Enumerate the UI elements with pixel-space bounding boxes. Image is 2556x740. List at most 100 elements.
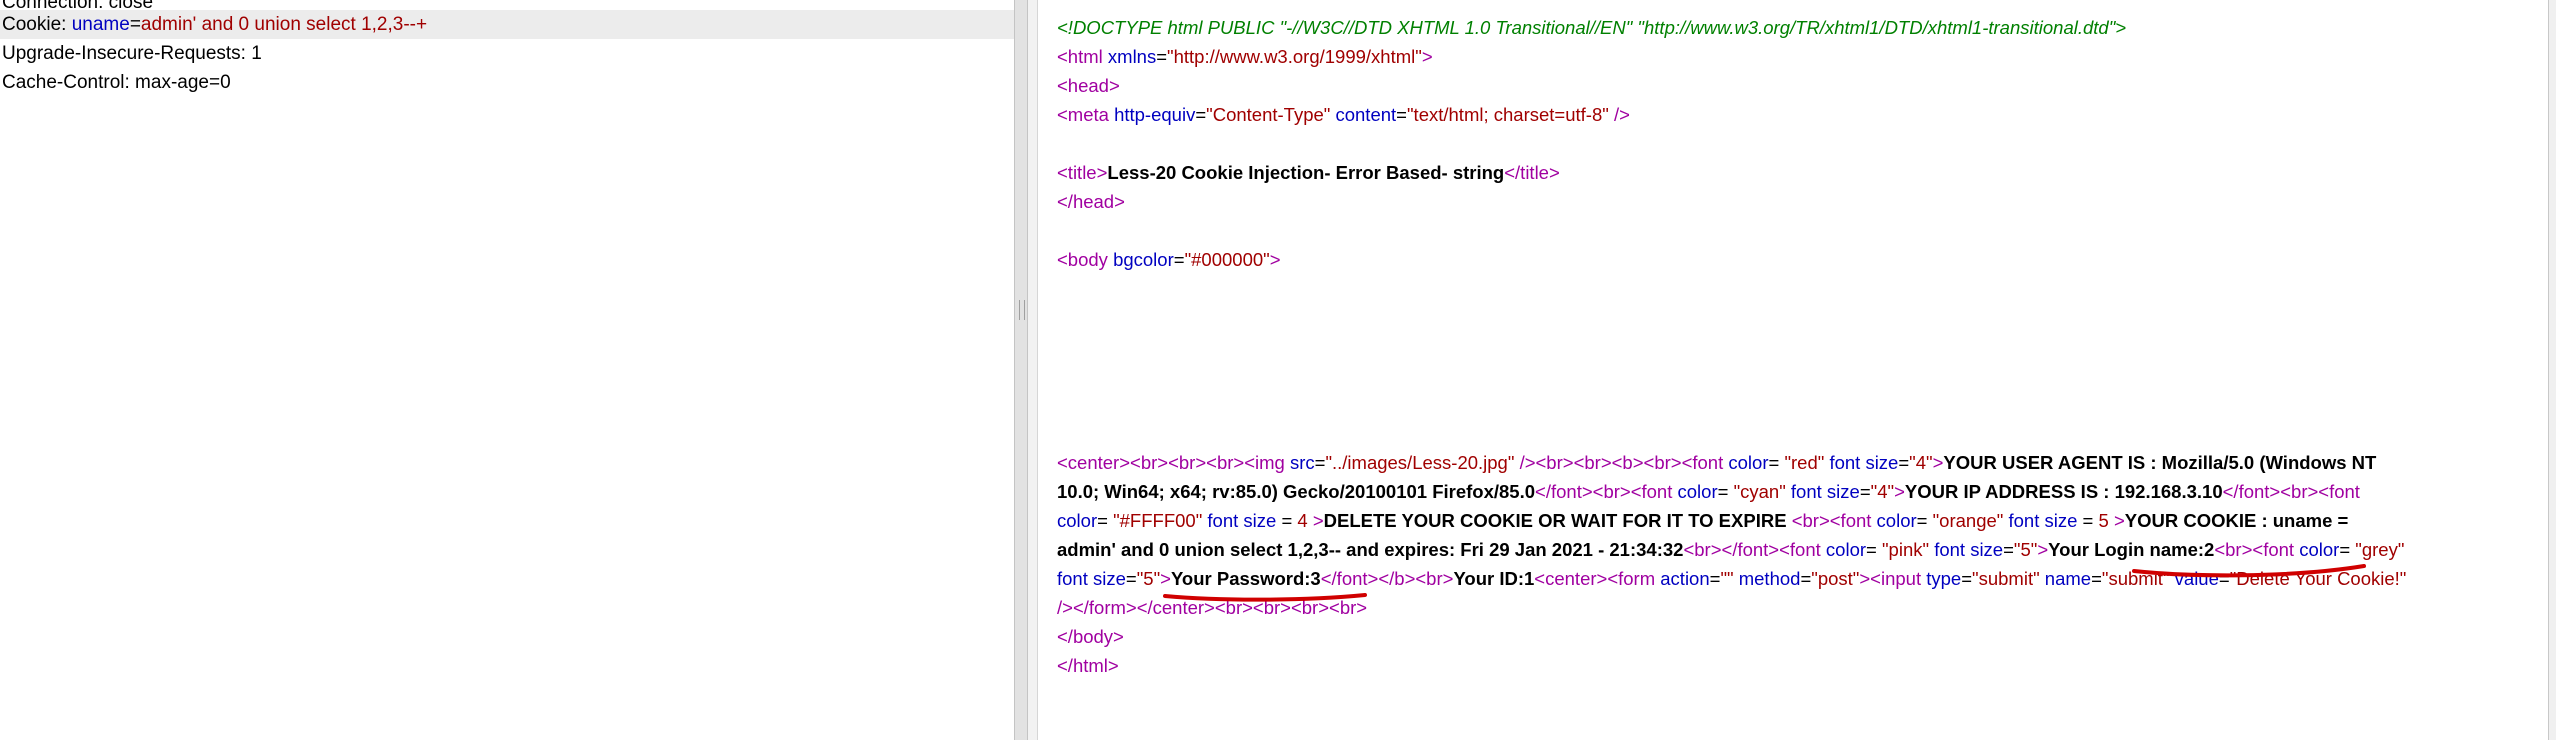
code-text-token: = [1800,568,1812,589]
code-attr-token: color [1057,510,1098,531]
code-bold-token: DELETE YOUR COOKIE OR WAIT FOR IT TO EXP… [1323,510,1792,531]
code-text-token: = [1961,568,1973,589]
code-tag-token: <br></font><font [1683,539,1821,560]
response-line: </head> [1057,187,2527,216]
code-attr-token: color [1677,481,1718,502]
code-text-token: = [1866,539,1882,560]
code-val-token: "cyan" [1733,481,1786,502]
code-text-token: = [1314,452,1326,473]
code-val-token: "5" [2013,539,2038,560]
response-line: <head> [1057,71,2527,100]
code-text-token: = [1173,249,1185,270]
code-text-token: = [1276,510,1298,531]
code-tag-token: ><input [1859,568,1922,589]
response-line: </html> [1057,651,2527,680]
code-bold-token: Your Password:3 [1170,568,1321,589]
code-val-token: "Delete Your Cookie!" [2229,568,2407,589]
cookie-value: admin' and 0 union select 1,2,3--+ [140,14,428,35]
code-tag-token: </font><br><font [2222,481,2360,502]
code-attr-token: font size [1057,568,1126,589]
code-tag-token: </head> [1057,191,1125,212]
code-text-token: = [1195,104,1207,125]
code-tag-token: /> [1613,104,1630,125]
code-tag-token: </font></b><br> [1320,568,1454,589]
code-text-token: = [2077,510,2099,531]
code-val-token: "../images/Less-20.jpg" [1325,452,1515,473]
code-tag-token: > [1894,481,1905,502]
code-text-token: = [1898,452,1910,473]
code-attr-token: font size [2008,510,2078,531]
code-text-token: = [2003,539,2014,560]
response-line: font size="5">Your Password:3</font></b>… [1057,564,2527,593]
response-line: <meta http-equiv="Content-Type" content=… [1057,100,2527,129]
code-text-token: = [1396,104,1407,125]
response-line: color = "#FFFF00" font size = 4 > DELETE Y… [1057,506,2527,535]
response-line [1057,361,2527,390]
code-val-token: "submit" [1972,568,2040,589]
code-val-token: "submit" [2101,568,2170,589]
request-header-text: Upgrade-Insecure-Requests: 1 [2,43,262,64]
code-attr-token: value [2174,568,2219,589]
code-val-token: "#000000" [1184,249,1270,270]
request-line: Cookie: uname=admin' and 0 union select … [0,10,1014,39]
response-line: <title>Less-20 Cookie Injection- Error B… [1057,158,2527,187]
response-gutter [1028,0,1038,740]
code-tag-token: > [1932,452,1944,473]
pane-splitter[interactable] [1014,0,1028,740]
code-val-token: "#FFFF00" [1113,510,1203,531]
code-attr-token: font size [1829,452,1899,473]
code-tag-token: <br><font [1791,510,1872,531]
code-attr-token: color [1728,452,1769,473]
vertical-scrollbar[interactable] [2548,0,2556,740]
code-attr-token: font size [1790,481,1860,502]
response-line [1057,332,2527,361]
code-tag-token: > [1160,568,1171,589]
request-line: Cache-Control: max-age=0 [0,68,1014,97]
code-tag-token: /><br><br><b><br><font [1519,452,1724,473]
code-val-token: "" [1720,568,1734,589]
code-text-token: = [1768,452,1785,473]
response-line: <center><br><br><br><img src="../images/… [1057,448,2527,477]
request-header-text: Connection: close [2,0,153,10]
code-bold-token: YOUR IP ADDRESS IS : 192.168.3.10 [1904,481,2223,502]
cookie-equals: = [129,14,141,35]
code-val-token: "text/html; charset=utf-8" [1406,104,1609,125]
code-tag-token: <title> [1057,162,1108,183]
response-viewer-pane[interactable]: <!DOCTYPE html PUBLIC "-//W3C//DTD XHTML… [1038,0,2548,740]
code-val-token: 4 [1297,510,1308,531]
response-line: /></form></center><br><br><br><br> [1057,593,2527,622]
request-header-text: Cache-Control: max-age=0 [2,72,231,93]
request-line: Connection: close [0,0,1014,10]
code-tag-token: <meta [1057,104,1109,125]
code-attr-token: content [1335,104,1397,125]
code-val-token: "Content-Type" [1206,104,1331,125]
code-attr-token: name [2044,568,2092,589]
code-attr-token: type [1926,568,1962,589]
code-val-token: "4" [1909,452,1933,473]
code-text-token: = [2091,568,2102,589]
code-tag-token: <body [1057,249,1108,270]
code-text-token: = [1859,481,1871,502]
code-bold-token: 10.0; Win64; x64; rv:85.0) Gecko/2010010… [1057,481,1536,502]
code-attr-token: action [1660,568,1710,589]
cookie-header-name: Cookie: [2,14,72,35]
code-val-token: "pink" [1881,539,1930,560]
code-text-token: = [2218,568,2230,589]
code-tag-token: > [2113,510,2125,531]
code-text-token: = [1125,568,1137,589]
response-line [1057,419,2527,448]
request-editor-pane[interactable]: Connection: closeCookie: uname=admin' an… [0,0,1014,740]
code-text-token: = [1709,568,1721,589]
splitter-grip-icon[interactable] [1019,300,1025,320]
code-attr-token: src [1289,452,1315,473]
code-tag-token: /></form></center><br><br><br><br> [1057,597,1368,618]
code-val-token: "4" [1870,481,1895,502]
response-line [1057,390,2527,419]
code-attr-token: method [1738,568,1801,589]
response-line: </body> [1057,622,2527,651]
code-val-token: "red" [1784,452,1825,473]
code-doctype-token: <!DOCTYPE html PUBLIC "-//W3C//DTD XHTML… [1057,17,2127,38]
code-val-token: "orange" [1932,510,2004,531]
code-attr-token: color [1825,539,1867,560]
code-val-token: "grey" [2355,539,2405,560]
